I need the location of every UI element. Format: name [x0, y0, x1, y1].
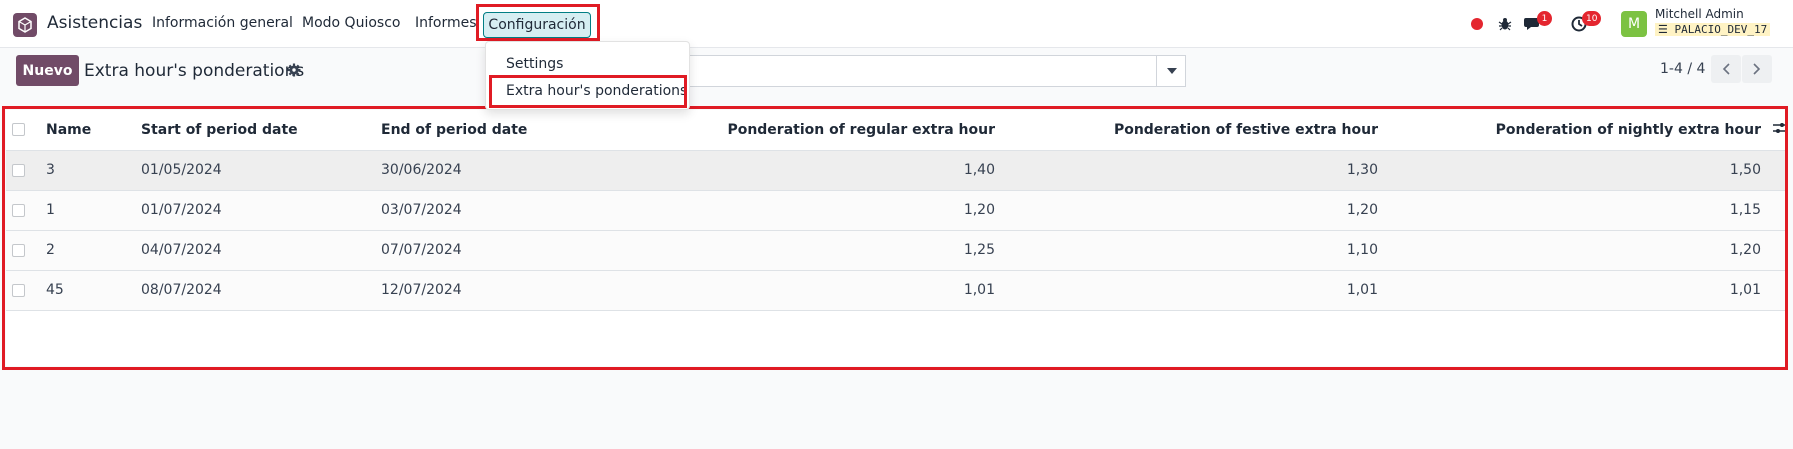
database-icon: ☰ — [1658, 23, 1668, 36]
bug-icon[interactable] — [1495, 14, 1515, 34]
app-icon[interactable] — [13, 13, 37, 37]
top-navbar: Asistencias Información general Modo Qui… — [0, 0, 1793, 48]
database-label: PALACIO_DEV_17 — [1674, 23, 1768, 36]
pager-next-button[interactable] — [1742, 55, 1772, 83]
recording-icon[interactable] — [1467, 14, 1487, 34]
dropdown-item-settings[interactable]: Settings — [506, 56, 563, 72]
app-name[interactable]: Asistencias — [47, 13, 142, 33]
pager-value[interactable]: 1-4 / 4 — [1660, 61, 1705, 77]
menu-informacion-general[interactable]: Información general — [152, 15, 293, 31]
activity-badge: 10 — [1582, 11, 1602, 26]
chat-badge: 1 — [1537, 11, 1552, 26]
user-name[interactable]: Mitchell Admin — [1655, 7, 1744, 21]
menu-informes[interactable]: Informes — [415, 15, 477, 31]
chevron-left-icon — [1722, 63, 1730, 75]
avatar[interactable]: M — [1621, 11, 1647, 37]
database-name: ☰ PALACIO_DEV_17 — [1655, 23, 1771, 36]
page-title: Extra hour's ponderations — [84, 61, 305, 81]
highlight-ponderations-item — [489, 75, 687, 108]
gear-icon[interactable] — [287, 63, 303, 79]
highlight-list-view — [2, 106, 1788, 370]
caret-down-icon — [1166, 68, 1177, 74]
pager-previous-button[interactable] — [1711, 55, 1741, 83]
search-input[interactable] — [684, 55, 1186, 87]
chevron-right-icon — [1753, 63, 1761, 75]
search-options-toggle[interactable] — [1156, 55, 1186, 87]
menu-modo-quiosco[interactable]: Modo Quiosco — [302, 15, 400, 31]
highlight-config-menu — [476, 4, 600, 41]
new-button[interactable]: Nuevo — [16, 55, 79, 86]
